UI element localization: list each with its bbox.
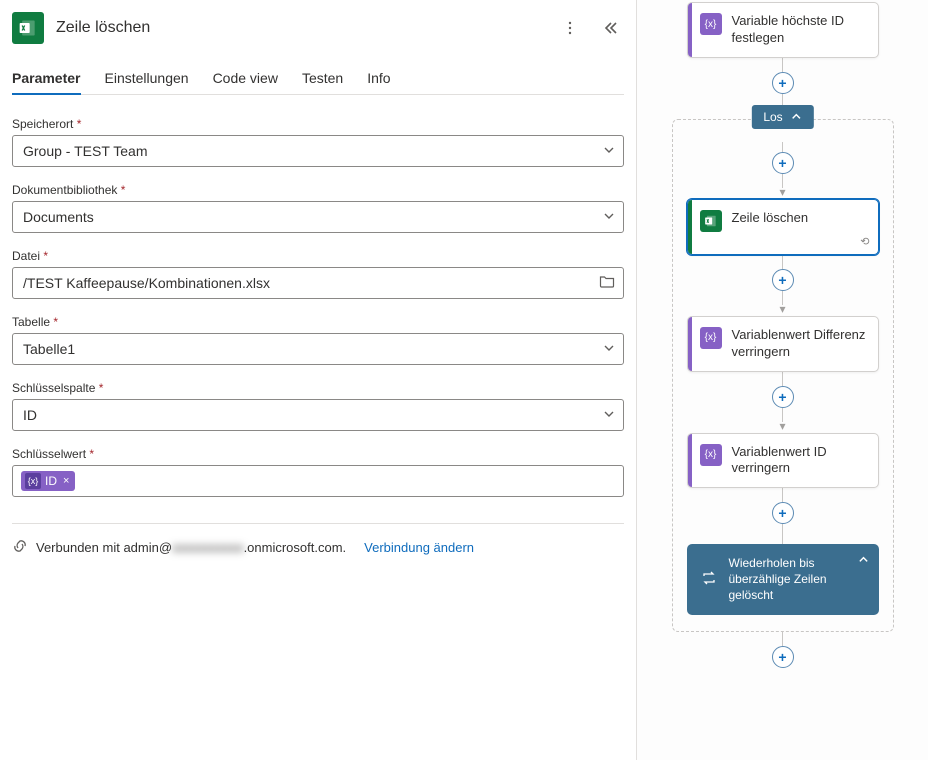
repeat-icon [701,570,717,589]
file-value: /TEST Kaffeepause/Kombinationen.xlsx [23,275,270,291]
loop-label: Los [763,110,782,124]
panel-header: Zeile löschen [12,12,624,62]
chevron-up-icon [858,554,869,568]
table-label: Tabelle * [12,315,624,329]
connector [782,372,783,386]
divider [12,523,624,524]
add-step-button[interactable]: + [772,646,794,668]
tab-info[interactable]: Info [367,62,390,94]
add-step-button[interactable]: + [772,152,794,174]
tab-test[interactable]: Testen [302,62,343,94]
connection-text: Verbunden mit admin@xxxxxxxxxxx.onmicros… [36,540,346,555]
keyval-input[interactable]: {x} ID × [12,465,624,497]
more-options-button[interactable] [556,14,584,42]
loop-header[interactable]: Los [751,105,813,129]
file-label: Datei * [12,249,624,263]
variable-icon: {x} [700,13,722,35]
add-step-button[interactable]: + [772,269,794,291]
connector: ▾ [779,174,785,199]
remove-token-icon[interactable]: × [63,475,69,487]
location-label: Speicherort * [12,117,624,131]
chevron-down-icon [603,407,615,423]
chevron-up-icon [791,111,802,122]
panel-title: Zeile löschen [56,19,544,37]
connector [782,632,783,646]
flow-step-decrement-diff[interactable]: {x} Variablenwert Differenz verringern [687,316,879,372]
link-icon: ⟲ [860,235,869,248]
flow-step-set-variable[interactable]: {x} Variable höchste ID festlegen [687,2,879,58]
change-connection-link[interactable]: Verbindung ändern [364,540,474,555]
tab-parameter[interactable]: Parameter [12,62,81,94]
step-title: Variablenwert Differenz verringern [732,327,866,361]
details-panel: Zeile löschen Parameter Einstellungen Co… [0,0,636,760]
table-value: Tabelle1 [23,341,75,357]
fx-icon: {x} [25,473,41,489]
folder-icon[interactable] [599,275,615,292]
connection-row: Verbunden mit admin@xxxxxxxxxxx.onmicros… [12,538,624,557]
add-step-button[interactable]: + [772,72,794,94]
variable-icon: {x} [700,327,722,349]
add-step-button[interactable]: + [772,502,794,524]
chevron-down-icon [603,209,615,225]
connection-icon [12,538,28,557]
add-step-button[interactable]: + [772,386,794,408]
flow-canvas[interactable]: {x} Variable höchste ID festlegen + ▾ Lo… [636,0,928,760]
flow-step-decrement-id[interactable]: {x} Variablenwert ID verringern [687,433,879,489]
excel-icon [12,12,44,44]
connector [782,58,783,72]
loop-footer-text: Wiederholen bis überzählige Zeilen gelös… [729,556,865,603]
keycol-value: ID [23,407,37,423]
connector [782,142,783,152]
tabs: Parameter Einstellungen Code view Testen… [12,62,624,95]
location-select[interactable]: Group - TEST Team [12,135,624,167]
library-select[interactable]: Documents [12,201,624,233]
file-input[interactable]: /TEST Kaffeepause/Kombinationen.xlsx [12,267,624,299]
connector: ▾ [779,408,785,433]
step-title: Variable höchste ID festlegen [732,13,866,47]
collapse-panel-button[interactable] [596,14,624,42]
variable-icon: {x} [700,444,722,466]
keycol-select[interactable]: ID [12,399,624,431]
library-label: Dokumentbibliothek * [12,183,624,197]
tab-settings[interactable]: Einstellungen [105,62,189,94]
keyval-label: Schlüsselwert * [12,447,624,461]
expression-token[interactable]: {x} ID × [21,471,75,491]
chevron-down-icon [603,341,615,357]
loop-footer[interactable]: Wiederholen bis überzählige Zeilen gelös… [687,544,879,615]
step-title: Variablenwert ID verringern [732,444,866,478]
connector: ▾ [779,291,785,316]
excel-icon [700,210,722,232]
library-value: Documents [23,209,94,225]
step-title: Zeile löschen [732,210,809,227]
loop-container: Los + ▾ Zeile löschen ⟲ + ▾ {x} Variable… [672,119,894,632]
chevron-down-icon [603,143,615,159]
connector [782,524,783,544]
location-value: Group - TEST Team [23,143,148,159]
tab-code-view[interactable]: Code view [213,62,278,94]
connector [782,255,783,269]
keycol-label: Schlüsselspalte * [12,381,624,395]
flow-step-delete-row[interactable]: Zeile löschen ⟲ [687,199,879,255]
table-select[interactable]: Tabelle1 [12,333,624,365]
connector [782,488,783,502]
token-text: ID [45,474,57,488]
parameter-form: Speicherort * Group - TEST Team Dokument… [12,95,624,557]
